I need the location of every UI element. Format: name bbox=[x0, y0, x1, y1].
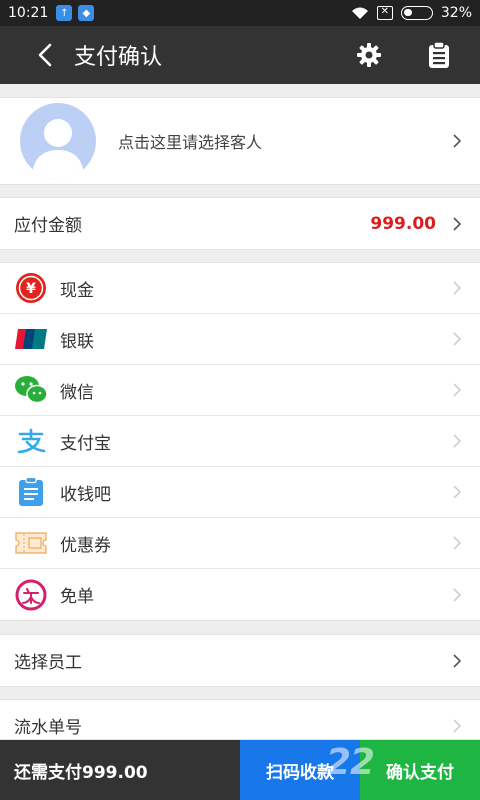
payment-method-label: 微信 bbox=[60, 382, 94, 403]
serial-number-row[interactable]: 流水单号 bbox=[0, 700, 480, 739]
coupon-icon bbox=[14, 526, 48, 560]
svg-text:¥: ¥ bbox=[26, 281, 36, 297]
customer-section: 点击这里请选择客人 bbox=[0, 97, 480, 185]
chevron-right-icon bbox=[452, 534, 466, 552]
payment-method-label: 收钱吧 bbox=[60, 484, 111, 505]
no-sim-icon: ✕ bbox=[376, 6, 393, 20]
payment-method-label: 免单 bbox=[60, 587, 94, 607]
payment-method-alipay[interactable]: 支付宝 bbox=[0, 416, 480, 467]
back-arrow-icon bbox=[38, 43, 52, 67]
amount-due-row[interactable]: 应付金额 999.00 bbox=[0, 198, 480, 249]
select-customer-prompt: 点击这里请选择客人 bbox=[118, 133, 263, 152]
unionpay-icon bbox=[14, 322, 48, 356]
battery-icon bbox=[400, 6, 433, 20]
chevron-right-icon bbox=[452, 330, 466, 348]
avatar bbox=[20, 103, 96, 179]
chevron-right-icon bbox=[452, 381, 466, 399]
select-customer-row[interactable]: 点击这里请选择客人 bbox=[0, 98, 480, 184]
page-title: 支付确认 bbox=[74, 45, 163, 70]
amount-due-value: 999.00 bbox=[370, 213, 436, 234]
status-bar: 10:21 ↑ ◆ ✕ 32% bbox=[0, 0, 480, 26]
payment-method-wechat[interactable]: 微信 bbox=[0, 365, 480, 416]
alipay-icon bbox=[14, 424, 48, 458]
app-bar: 支付确认 bbox=[0, 26, 480, 84]
remaining-amount: 还需支付999.00 bbox=[0, 740, 240, 800]
amount-section: 应付金额 999.00 bbox=[0, 197, 480, 250]
amount-due-label: 应付金额 bbox=[14, 216, 82, 236]
staff-section: 选择员工 bbox=[0, 634, 480, 687]
chevron-right-icon bbox=[452, 717, 466, 735]
payment-method-shouqianba[interactable]: 收钱吧 bbox=[0, 467, 480, 518]
cash-yuan-icon: ¥ bbox=[14, 271, 48, 305]
scan-to-collect-button[interactable]: 扫码收款 bbox=[240, 740, 360, 800]
chevron-right-icon bbox=[452, 483, 466, 501]
upload-notification-icon: ↑ bbox=[56, 5, 73, 21]
status-time: 10:21 bbox=[8, 5, 49, 21]
back-button[interactable] bbox=[20, 26, 70, 84]
payment-method-label: 优惠券 bbox=[60, 535, 111, 556]
default-avatar-icon bbox=[32, 119, 84, 179]
clipboard-icon bbox=[429, 41, 449, 68]
chevron-right-icon bbox=[452, 132, 466, 150]
payment-method-free[interactable]: 免单 bbox=[0, 569, 480, 620]
chevron-right-icon bbox=[452, 652, 466, 670]
payment-method-label: 银联 bbox=[60, 331, 94, 352]
chevron-right-icon bbox=[452, 432, 466, 450]
payment-method-coupon[interactable]: 优惠券 bbox=[0, 518, 480, 569]
select-staff-row[interactable]: 选择员工 bbox=[0, 635, 480, 686]
payment-method-cash[interactable]: ¥ 现金 bbox=[0, 263, 480, 314]
payment-methods-section: ¥ 现金 银联 微信 支付宝 收钱吧 优惠券 免单 bbox=[0, 262, 480, 621]
free-order-icon bbox=[14, 578, 48, 612]
bottom-action-bar: 还需支付999.00 扫码收款 确认支付 bbox=[0, 740, 480, 800]
payment-method-label: 现金 bbox=[60, 280, 94, 301]
confirm-payment-button[interactable]: 确认支付 bbox=[360, 740, 480, 800]
chevron-right-icon bbox=[452, 586, 466, 604]
gear-icon bbox=[357, 43, 381, 67]
battery-percent: 32% bbox=[440, 5, 472, 21]
serial-section: 流水单号 bbox=[0, 699, 480, 740]
wifi-icon bbox=[351, 7, 368, 19]
wechat-icon bbox=[14, 373, 48, 407]
chevron-right-icon bbox=[452, 215, 466, 233]
settings-button[interactable] bbox=[340, 26, 398, 84]
serial-number-label: 流水单号 bbox=[14, 718, 82, 738]
app-notification-icon: ◆ bbox=[78, 5, 95, 21]
shouqianba-icon bbox=[14, 475, 48, 509]
order-list-button[interactable] bbox=[410, 26, 468, 84]
payment-method-label: 支付宝 bbox=[60, 433, 111, 454]
payment-method-unionpay[interactable]: 银联 bbox=[0, 314, 480, 365]
chevron-right-icon bbox=[452, 279, 466, 297]
select-staff-label: 选择员工 bbox=[14, 653, 82, 673]
